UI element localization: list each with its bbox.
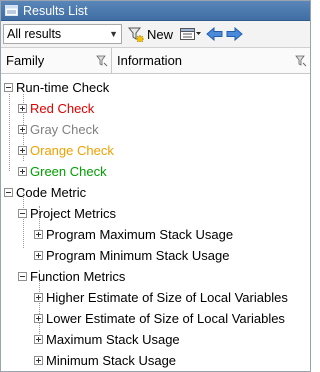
expand-toggle-icon[interactable]: [34, 356, 43, 365]
collapse-toggle-icon[interactable]: [18, 209, 27, 218]
tree-node-label: Maximum Stack Usage: [46, 332, 180, 347]
column-family[interactable]: Family: [1, 48, 112, 73]
expand-toggle-icon[interactable]: [18, 125, 27, 134]
tree-node-runtime-check[interactable]: Run-time Check: [1, 77, 310, 98]
chevron-down-icon: ▼: [109, 29, 118, 39]
tree-node-program-max-stack[interactable]: Program Maximum Stack Usage: [1, 224, 310, 245]
expand-toggle-icon[interactable]: [34, 314, 43, 323]
new-filter-button[interactable]: New: [128, 24, 173, 44]
tree-node-min-stack-usage[interactable]: Minimum Stack Usage: [1, 350, 310, 371]
tree-node-label: Run-time Check: [16, 80, 110, 95]
tree-node-red-check[interactable]: Red Check: [1, 98, 310, 119]
column-information-label: Information: [117, 53, 183, 68]
expand-toggle-icon[interactable]: [34, 335, 43, 344]
next-result-button[interactable]: [226, 24, 243, 44]
filter-select-value: All results: [7, 27, 62, 41]
column-filter-icon[interactable]: [295, 55, 307, 67]
tree-node-label: Program Minimum Stack Usage: [46, 248, 230, 263]
results-tree: Run-time Check Red Check Gray Check Oran…: [1, 74, 310, 371]
collapse-toggle-icon[interactable]: [4, 83, 13, 92]
tree-node-label: Project Metrics: [30, 206, 116, 221]
new-filter-icon: [128, 27, 145, 42]
tree-node-higher-estimate-local-vars[interactable]: Higher Estimate of Size of Local Variabl…: [1, 287, 310, 308]
column-information[interactable]: Information: [112, 48, 310, 73]
expand-toggle-icon[interactable]: [18, 146, 27, 155]
expand-toggle-icon[interactable]: [18, 104, 27, 113]
tree-node-label: Minimum Stack Usage: [46, 353, 177, 368]
previous-result-button[interactable]: [206, 24, 223, 44]
tree-node-label: Code Metric: [16, 185, 87, 200]
expand-toggle-icon[interactable]: [18, 167, 27, 176]
arrow-right-icon: [226, 27, 243, 41]
tree-node-green-check[interactable]: Green Check: [1, 161, 310, 182]
tree-node-code-metric[interactable]: Code Metric: [1, 182, 310, 203]
column-filter-icon[interactable]: [96, 55, 108, 67]
expand-toggle-icon[interactable]: [34, 230, 43, 239]
results-list-panel: Results List All results ▼ New Family In…: [0, 0, 311, 372]
tree-node-program-min-stack[interactable]: Program Minimum Stack Usage: [1, 245, 310, 266]
tree-node-label: Function Metrics: [30, 269, 126, 284]
title-bar: Results List: [1, 1, 310, 21]
expand-toggle-icon[interactable]: [34, 251, 43, 260]
tree-node-label: Higher Estimate of Size of Local Variabl…: [46, 290, 288, 305]
tree-node-label: Green Check: [30, 164, 107, 179]
expand-toggle-icon[interactable]: [34, 293, 43, 302]
list-columns-icon: [180, 28, 202, 40]
tree-node-lower-estimate-local-vars[interactable]: Lower Estimate of Size of Local Variable…: [1, 308, 310, 329]
tree-node-label: Program Maximum Stack Usage: [46, 227, 234, 242]
toolbar: All results ▼ New: [1, 21, 310, 48]
window-icon: [5, 5, 18, 16]
tree-node-label: Gray Check: [30, 122, 99, 137]
column-family-label: Family: [6, 53, 45, 68]
window-title: Results List: [23, 3, 88, 18]
results-filter-select[interactable]: All results ▼: [3, 24, 122, 44]
collapse-toggle-icon[interactable]: [18, 272, 27, 281]
tree-node-orange-check[interactable]: Orange Check: [1, 140, 310, 161]
arrow-left-icon: [206, 27, 223, 41]
tree-node-label: Orange Check: [30, 143, 114, 158]
tree-node-project-metrics[interactable]: Project Metrics: [1, 203, 310, 224]
tree-node-label: Red Check: [30, 101, 95, 116]
tree-node-max-stack-usage[interactable]: Maximum Stack Usage: [1, 329, 310, 350]
column-chooser-button[interactable]: [179, 24, 202, 44]
collapse-toggle-icon[interactable]: [4, 188, 13, 197]
new-button-label: New: [147, 26, 174, 42]
tree-node-label: Lower Estimate of Size of Local Variable…: [46, 311, 285, 326]
tree-node-function-metrics[interactable]: Function Metrics: [1, 266, 310, 287]
tree-node-gray-check[interactable]: Gray Check: [1, 119, 310, 140]
column-header: Family Information: [1, 48, 310, 74]
